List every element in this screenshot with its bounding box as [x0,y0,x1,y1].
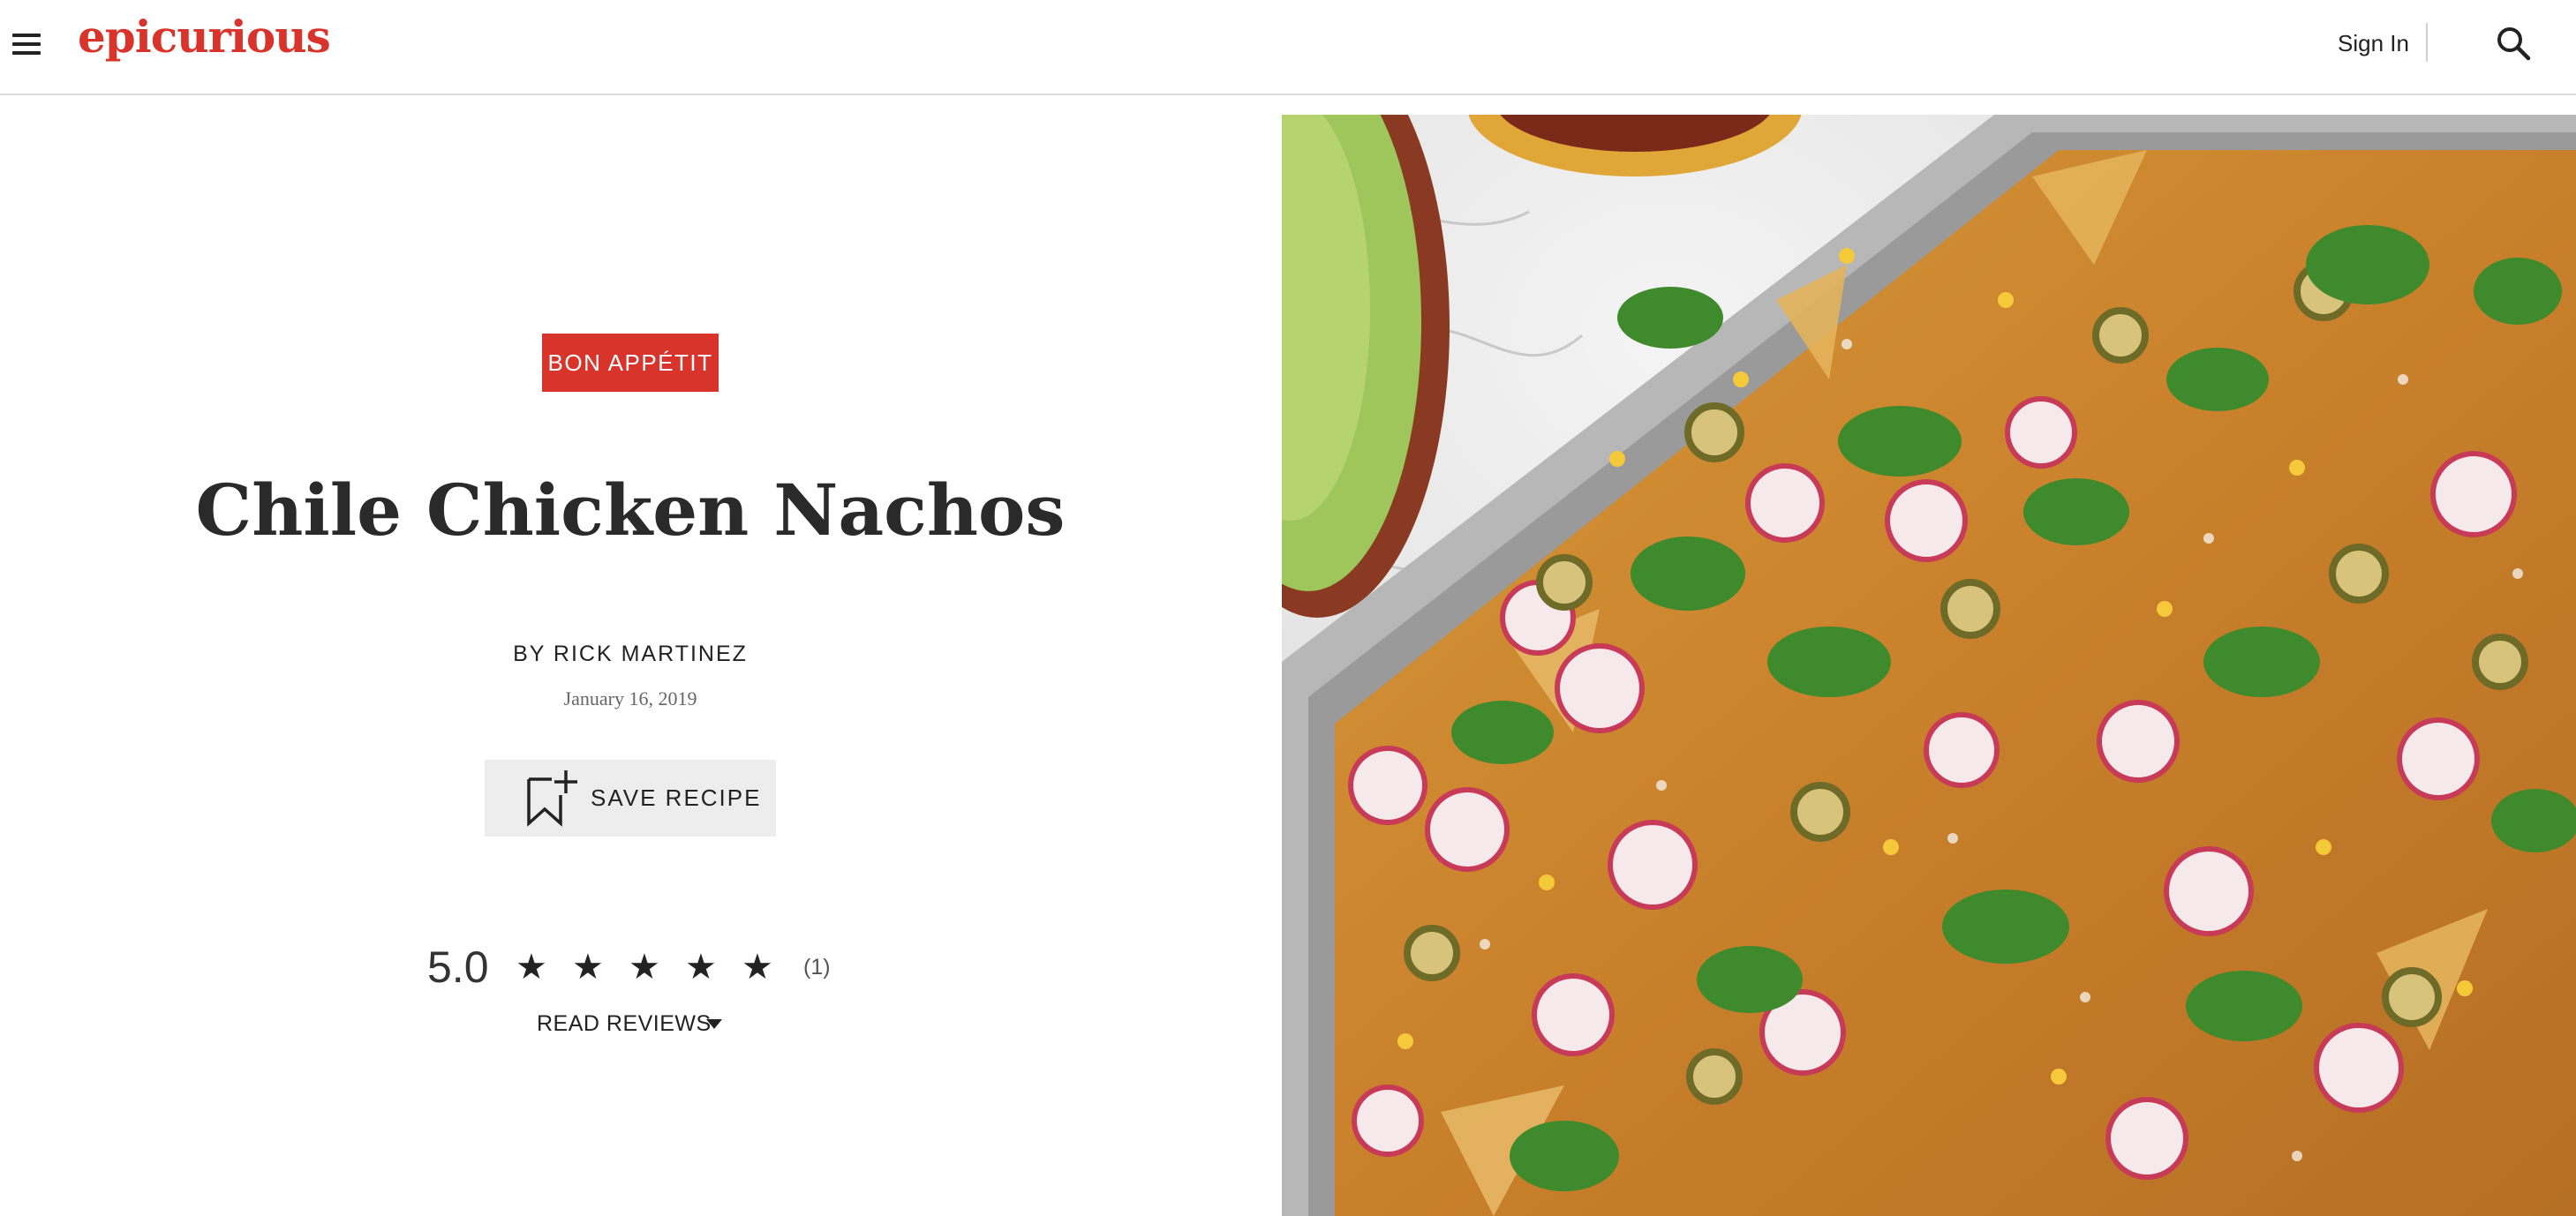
rating-score: 5.0 [427,942,489,992]
star-icon: ★ [572,947,604,987]
bookmark-plus-icon [527,770,577,827]
star-icon: ★ [516,947,547,987]
site-logo[interactable]: epicurious [78,11,331,63]
source-badge[interactable]: BON APPÉTIT [542,334,719,392]
star-icon: ★ [742,947,773,987]
nachos-photo [1282,115,2576,1216]
recipe-date: January 16, 2019 [563,687,697,709]
site-header: epicurious Sign In [0,0,2576,95]
hamburger-menu-icon[interactable] [12,30,44,58]
chevron-down-icon[interactable] [706,1019,722,1029]
star-icon: ★ [685,947,717,987]
header-divider [2426,23,2428,62]
search-icon[interactable] [2495,25,2532,62]
sign-in-link[interactable]: Sign In [2338,30,2409,57]
read-reviews-link[interactable]: READ REVIEWS [537,1010,712,1038]
recipe-header-panel: BON APPÉTIT Chile Chicken Nachos BY RICK… [0,97,1280,1216]
save-recipe-label: SAVE RECIPE [591,784,762,811]
recipe-title: Chile Chicken Nachos [195,469,1066,552]
recipe-author[interactable]: BY RICK MARTINEZ [0,641,1261,667]
save-recipe-button[interactable]: SAVE RECIPE [485,760,776,837]
rating-count: (1) [803,955,831,980]
star-icon: ★ [629,947,660,987]
